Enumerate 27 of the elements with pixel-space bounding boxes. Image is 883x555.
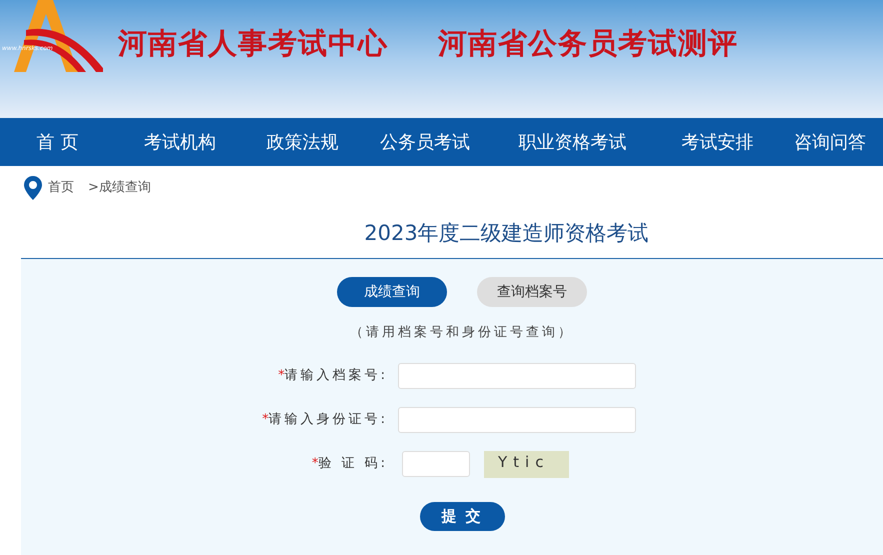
nav-link[interactable]: 政策法规 — [245, 128, 360, 156]
required-mark: * — [312, 455, 318, 474]
captcha-image: Ytic — [484, 450, 569, 478]
nav-link[interactable]: 咨询问答 — [780, 128, 880, 156]
nav-link[interactable]: 考试机构 — [115, 128, 245, 156]
nav-link[interactable]: 公务员考试 — [360, 128, 490, 156]
site-title: 河南省公务员考试测评 — [438, 25, 738, 62]
required-mark: * — [278, 366, 285, 385]
input-field[interactable] — [398, 406, 636, 432]
query-tab[interactable]: 成绩查询 — [337, 277, 447, 307]
page-title: 2023年度二级建造师资格考试 — [364, 220, 649, 248]
breadcrumb-home-link[interactable]: 首页 — [48, 178, 74, 198]
nav-link[interactable]: 考试安排 — [655, 128, 780, 156]
field-label: 请输入档案号: — [284, 366, 388, 385]
field-label: 验 证 码: — [318, 455, 388, 474]
nav-link[interactable]: 职业资格考试 — [490, 128, 655, 156]
site-title: 河南省人事考试中心 — [118, 25, 388, 62]
query-tab[interactable]: 查询档案号 — [477, 277, 587, 307]
input-field[interactable] — [398, 362, 636, 388]
captcha-field[interactable] — [402, 451, 470, 477]
nav-link[interactable]: 首 页 — [0, 128, 115, 156]
submit-button[interactable]: 提 交 — [420, 502, 504, 530]
breadcrumb-current: >成绩查询 — [88, 179, 151, 198]
field-label: 请输入身份证号: — [268, 410, 388, 429]
required-mark: * — [262, 410, 269, 429]
location-pin-icon — [24, 176, 42, 200]
query-hint: （请用档案号和身份证号查询） — [350, 324, 574, 342]
